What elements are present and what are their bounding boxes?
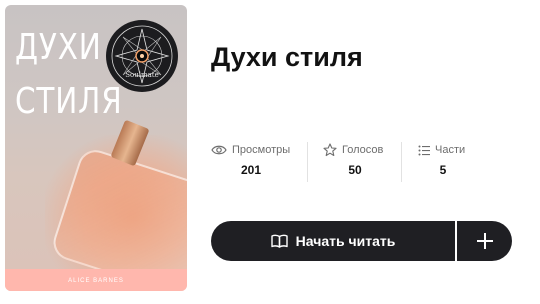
stat-views: Просмотры 201	[211, 140, 291, 182]
book-cover[interactable]: ДУХИ СТИЛЯ Soulmate ALICE BARNES	[5, 5, 187, 291]
stat-divider	[401, 142, 402, 182]
stat-parts: Части 5	[418, 140, 468, 182]
start-reading-button[interactable]: Начать читать	[211, 221, 455, 261]
book-stats: Просмотры 201 Голосов 50 Части 5	[211, 140, 511, 182]
stat-parts-label: Части	[435, 144, 466, 156]
badge-label: Soulmate	[125, 71, 159, 79]
start-reading-label: Начать читать	[295, 233, 396, 249]
stat-divider	[307, 142, 308, 182]
stat-votes-value: 50	[348, 163, 362, 177]
book-icon	[270, 234, 288, 248]
cover-badge: Soulmate	[106, 20, 178, 92]
plus-icon	[476, 233, 493, 249]
mandala-icon	[111, 25, 173, 87]
stat-views-label: Просмотры	[232, 144, 291, 156]
stat-votes: Голосов 50	[323, 140, 387, 182]
cover-title-line1: ДУХИ	[15, 27, 102, 68]
add-to-library-button[interactable]	[457, 221, 512, 261]
book-title: Духи стиля	[211, 42, 363, 72]
stat-views-value: 201	[240, 163, 262, 177]
star-icon	[323, 143, 337, 157]
eye-icon	[211, 145, 227, 155]
cover-author-name: ALICE BARNES	[68, 278, 124, 284]
list-icon	[418, 145, 430, 155]
cover-author-strip: ALICE BARNES	[5, 269, 187, 291]
stat-parts-value: 5	[439, 163, 447, 177]
stat-votes-label: Голосов	[342, 144, 384, 156]
